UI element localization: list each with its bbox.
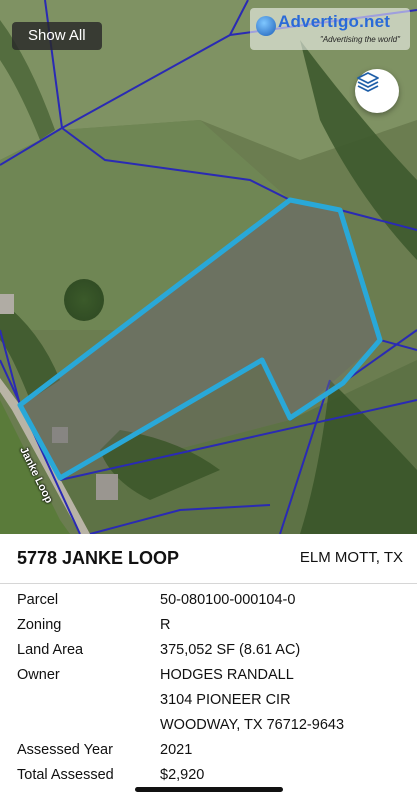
detail-value: 3104 PIONEER CIR [160, 692, 291, 708]
detail-value: 375,052 SF (8.61 AC) [160, 642, 301, 658]
detail-label: Land Area [17, 642, 84, 658]
address-header: 5778 JANKE LOOP ELM MOTT, TX [0, 534, 417, 584]
show-all-button[interactable]: Show All [12, 22, 102, 50]
detail-value: WOODWAY, TX 76712-9643 [160, 717, 345, 733]
layers-button[interactable] [355, 69, 399, 113]
detail-value: $2,920 [160, 767, 205, 783]
watermark-brand: Advertigo.net [278, 12, 391, 31]
detail-value: HODGES RANDALL [160, 667, 294, 683]
detail-value: 50-080100-000104-0 [160, 592, 296, 608]
detail-label: Zoning [17, 617, 62, 633]
detail-value: R [160, 617, 171, 633]
property-address: 5778 JANKE LOOP [17, 548, 180, 568]
home-indicator [135, 787, 283, 792]
detail-label: Total Assessed [17, 767, 114, 783]
property-city: ELM MOTT, TX [299, 549, 403, 566]
layers-icon [357, 72, 379, 92]
satellite-map[interactable]: Advertigo.net "Advertising the world" Sh… [0, 0, 417, 534]
detail-label: Owner [17, 667, 60, 683]
detail-label: Assessed Year [17, 742, 113, 758]
watermark-logo: Advertigo.net "Advertising the world" [250, 8, 410, 50]
detail-value: 2021 [160, 742, 193, 758]
detail-label: Parcel [17, 592, 59, 608]
watermark-tagline: "Advertising the world" [320, 35, 400, 44]
globe-icon [256, 16, 276, 36]
